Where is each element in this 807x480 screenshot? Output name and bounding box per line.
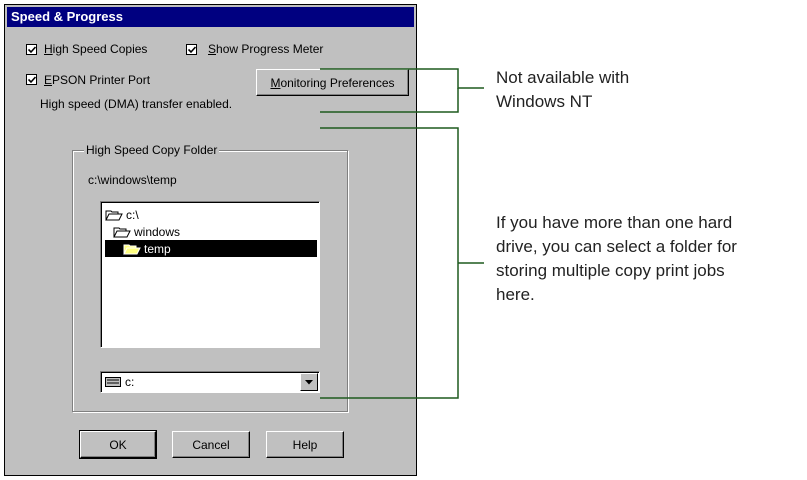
epson-port-checkbox[interactable] xyxy=(26,74,37,85)
checkmark-icon xyxy=(28,46,36,54)
open-folder-icon xyxy=(113,227,131,237)
chevron-down-icon xyxy=(305,379,313,384)
dialog-titlebar: Speed & Progress xyxy=(7,7,414,27)
group-title: High Speed Copy Folder xyxy=(84,143,220,157)
cancel-button[interactable]: Cancel xyxy=(172,431,250,458)
show-progress-label[interactable]: Show Progress Meter xyxy=(208,42,323,56)
folder-item-windows[interactable]: windows xyxy=(113,223,317,240)
epson-port-label[interactable]: EPSON Printer Port xyxy=(44,73,150,87)
show-progress-checkbox[interactable] xyxy=(186,44,197,55)
folder-list[interactable]: c:\ windows temp xyxy=(100,201,320,348)
folder-item-temp[interactable]: temp xyxy=(105,240,317,257)
open-folder-icon xyxy=(105,210,123,220)
drive-select[interactable]: c: xyxy=(100,371,320,393)
dialog-title: Speed & Progress xyxy=(11,9,123,24)
high-speed-copies-checkbox[interactable] xyxy=(26,44,37,55)
high-speed-copies-label[interactable]: High Speed Copies xyxy=(44,42,147,56)
folder-item-root[interactable]: c:\ xyxy=(105,206,317,223)
open-folder-icon xyxy=(123,244,141,254)
ok-button[interactable]: OK xyxy=(79,430,157,459)
dropdown-arrow-button[interactable] xyxy=(300,373,318,391)
checkmark-icon xyxy=(28,76,36,84)
help-button[interactable]: Help xyxy=(266,431,344,458)
dma-status-text: High speed (DMA) transfer enabled. xyxy=(40,97,233,111)
monitoring-preferences-button[interactable]: Monitoring Preferences xyxy=(256,69,409,96)
drive-icon xyxy=(105,377,121,387)
drive-value: c: xyxy=(125,375,135,389)
folder-path-text: c:\windows\temp xyxy=(88,173,177,187)
callout-folder-note: If you have more than one hard drive, yo… xyxy=(496,213,737,304)
callout-nt-note: Not available with Windows NT xyxy=(496,68,630,111)
checkmark-icon xyxy=(188,46,196,54)
